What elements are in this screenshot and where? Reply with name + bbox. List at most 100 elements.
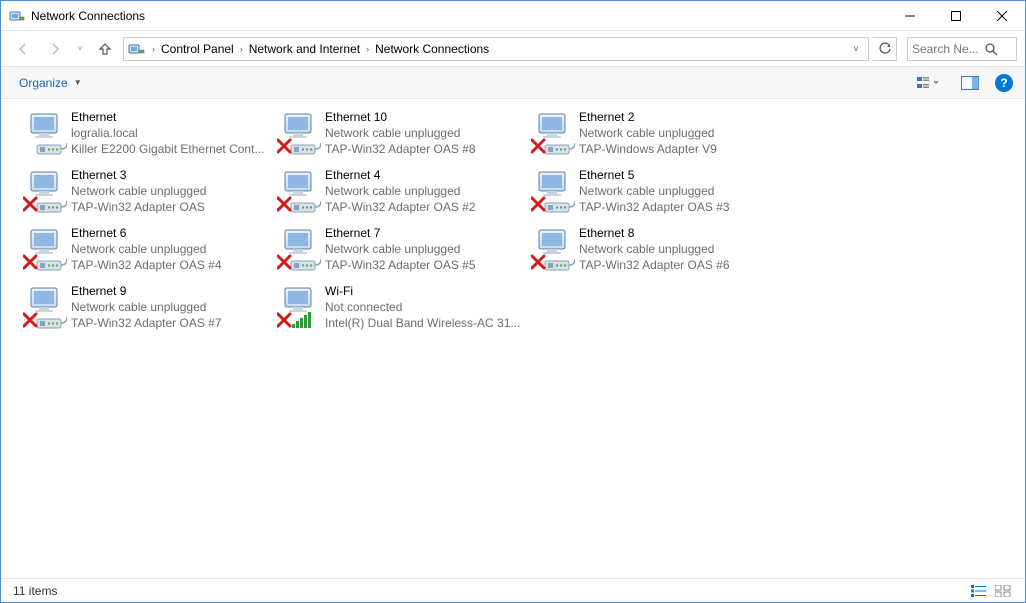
status-bar: 11 items [1,578,1025,602]
network-adapter-icon [23,227,67,271]
connection-text: Ethernet 3Network cable unpluggedTAP-Win… [71,167,206,215]
maximize-button[interactable] [933,1,979,31]
connection-text: Ethernet 4Network cable unpluggedTAP-Win… [325,167,476,215]
connection-text: Ethernet 8Network cable unpluggedTAP-Win… [579,225,730,273]
connection-status: Network cable unplugged [579,241,730,257]
connection-status: Network cable unplugged [71,299,222,315]
details-view-button[interactable] [969,582,989,600]
network-adapter-icon [277,111,321,155]
connection-item[interactable]: Ethernet 10Network cable unpluggedTAP-Wi… [273,107,527,165]
connection-text: Ethernet 6Network cable unpluggedTAP-Win… [71,225,222,273]
network-adapter-icon [277,227,321,271]
connection-adapter: TAP-Win32 Adapter OAS #5 [325,257,476,273]
connection-text: Ethernetlogralia.localKiller E2200 Gigab… [71,109,264,157]
connections-list: Ethernetlogralia.localKiller E2200 Gigab… [1,99,1025,578]
close-button[interactable] [979,1,1025,31]
connection-item[interactable]: Wi-FiNot connectedIntel(R) Dual Band Wir… [273,281,527,339]
back-button[interactable] [9,35,37,63]
search-input[interactable] [912,42,984,56]
connection-status: logralia.local [71,125,264,141]
connection-adapter: TAP-Win32 Adapter OAS [71,199,206,215]
connection-item[interactable]: Ethernet 5Network cable unpluggedTAP-Win… [527,165,781,223]
connection-text: Wi-FiNot connectedIntel(R) Dual Band Wir… [325,283,520,331]
network-adapter-icon [277,285,321,329]
network-adapter-icon [277,169,321,213]
connection-name: Ethernet 2 [579,109,717,125]
connection-name: Ethernet 3 [71,167,206,183]
connection-status: Not connected [325,299,520,315]
breadcrumb-separator[interactable]: › [148,38,159,60]
connection-name: Ethernet 9 [71,283,222,299]
connection-status: Network cable unplugged [325,241,476,257]
organize-label: Organize [19,76,68,90]
connection-adapter: TAP-Win32 Adapter OAS #7 [71,315,222,331]
address-dropdown[interactable]: ˅ [846,44,866,54]
connection-adapter: TAP-Win32 Adapter OAS #2 [325,199,476,215]
address-bar[interactable]: › Control Panel › Network and Internet ›… [123,37,869,61]
help-button[interactable]: ? [995,74,1013,92]
up-button[interactable] [91,35,119,63]
breadcrumb-network-connections[interactable]: Network Connections [373,38,491,60]
navigation-bar: ˅ › Control Panel › Network and Internet… [1,31,1025,67]
connection-item[interactable]: Ethernet 7Network cable unpluggedTAP-Win… [273,223,527,281]
connection-adapter: Intel(R) Dual Band Wireless-AC 31... [325,315,520,331]
connection-item[interactable]: Ethernet 3Network cable unpluggedTAP-Win… [19,165,273,223]
connection-item[interactable]: Ethernet 2Network cable unpluggedTAP-Win… [527,107,781,165]
connection-item[interactable]: Ethernet 6Network cable unpluggedTAP-Win… [19,223,273,281]
connection-name: Wi-Fi [325,283,520,299]
breadcrumb-separator[interactable]: › [362,38,373,60]
window-controls [887,1,1025,31]
connection-status: Network cable unplugged [71,183,206,199]
connection-adapter: TAP-Win32 Adapter OAS #4 [71,257,222,273]
history-dropdown[interactable]: ˅ [73,44,87,53]
connection-name: Ethernet 10 [325,109,476,125]
network-adapter-icon [23,285,67,329]
network-adapter-icon [23,111,67,155]
view-options-button[interactable] [911,71,945,95]
connection-status: Network cable unplugged [579,125,717,141]
search-icon[interactable] [984,42,998,56]
connection-text: Ethernet 5Network cable unpluggedTAP-Win… [579,167,730,215]
connection-name: Ethernet 6 [71,225,222,241]
window-title: Network Connections [31,9,887,23]
connection-item[interactable]: Ethernet 4Network cable unpluggedTAP-Win… [273,165,527,223]
location-icon [128,41,146,57]
connection-status: Network cable unplugged [325,183,476,199]
connection-item[interactable]: Ethernet 8Network cable unpluggedTAP-Win… [527,223,781,281]
organize-menu-button[interactable]: Organize ▼ [13,72,88,94]
connection-text: Ethernet 2Network cable unpluggedTAP-Win… [579,109,717,157]
large-icons-view-button[interactable] [993,582,1013,600]
connection-adapter: TAP-Win32 Adapter OAS #8 [325,141,476,157]
connection-name: Ethernet 8 [579,225,730,241]
item-count: 11 items [13,584,57,598]
minimize-button[interactable] [887,1,933,31]
network-adapter-icon [531,111,575,155]
connection-name: Ethernet 7 [325,225,476,241]
breadcrumb-network-and-internet[interactable]: Network and Internet [247,38,362,60]
connection-status: Network cable unplugged [71,241,222,257]
search-box[interactable] [907,37,1017,61]
connection-name: Ethernet 5 [579,167,730,183]
chevron-down-icon: ▼ [74,78,82,87]
refresh-button[interactable] [873,37,897,61]
connection-text: Ethernet 7Network cable unpluggedTAP-Win… [325,225,476,273]
breadcrumb-separator[interactable]: › [236,38,247,60]
connection-adapter: TAP-Win32 Adapter OAS #3 [579,199,730,215]
connection-adapter: TAP-Windows Adapter V9 [579,141,717,157]
forward-button[interactable] [41,35,69,63]
preview-pane-button[interactable] [953,71,987,95]
network-adapter-icon [23,169,67,213]
connection-item[interactable]: Ethernet 9Network cable unpluggedTAP-Win… [19,281,273,339]
connection-adapter: Killer E2200 Gigabit Ethernet Cont... [71,141,264,157]
connection-text: Ethernet 9Network cable unpluggedTAP-Win… [71,283,222,331]
command-bar: Organize ▼ ? [1,67,1025,99]
connection-adapter: TAP-Win32 Adapter OAS #6 [579,257,730,273]
title-bar: Network Connections [1,1,1025,31]
app-icon [9,8,25,24]
connection-item[interactable]: Ethernetlogralia.localKiller E2200 Gigab… [19,107,273,165]
network-adapter-icon [531,169,575,213]
connection-text: Ethernet 10Network cable unpluggedTAP-Wi… [325,109,476,157]
breadcrumb-control-panel[interactable]: Control Panel [159,38,236,60]
connection-status: Network cable unplugged [579,183,730,199]
connection-name: Ethernet [71,109,264,125]
